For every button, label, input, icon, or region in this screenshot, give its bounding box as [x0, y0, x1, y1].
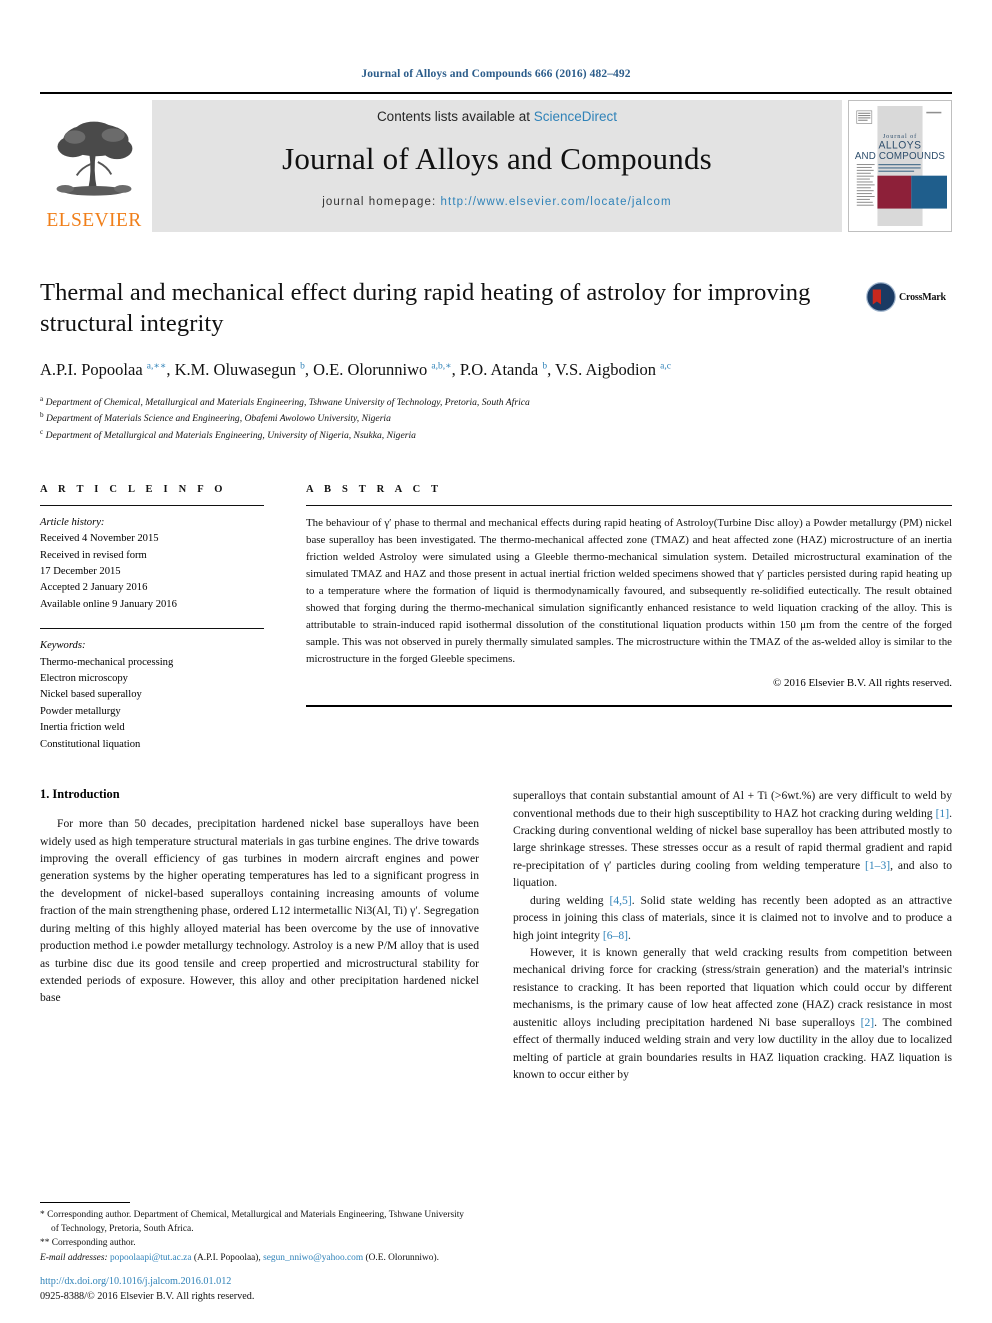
history-item: Accepted 2 January 2016 — [40, 582, 148, 594]
doi-block: http://dx.doi.org/10.1016/j.jalcom.2016.… — [40, 1275, 480, 1305]
affiliation-text-b: Department of Materials Science and Engi… — [46, 413, 391, 425]
abstract-heading: A B S T R A C T — [306, 483, 443, 495]
keyword-item: Nickel based superalloy — [40, 689, 142, 701]
keyword-item: Powder metallurgy — [40, 705, 121, 717]
affiliation-mark-c: c — [40, 428, 44, 437]
article-info-rule — [40, 504, 264, 506]
elsevier-logo: ELSEVIER — [40, 100, 148, 232]
page-title: Thermal and mechanical effect during rap… — [40, 279, 811, 337]
crossmark-icon — [866, 282, 896, 312]
affiliation-c: c Department of Metallurgical and Materi… — [40, 427, 952, 444]
paragraph: However, it is known generally that weld… — [513, 946, 952, 1082]
crossmark-badge[interactable]: CrossMark — [866, 282, 952, 312]
footnote-block: * Corresponding author. Department of Ch… — [40, 1201, 464, 1265]
footnote-corresponding-author-1: * Corresponding author. Department of Ch… — [40, 1209, 464, 1235]
keyword-item: Inertia friction weld — [40, 722, 125, 734]
history-item: Received 4 November 2015 — [40, 533, 159, 545]
article-info-column: A R T I C L E I N F O Article history: R… — [40, 484, 290, 753]
email-owner-2: (O.E. Olorunniwo). — [365, 1252, 439, 1263]
keywords-rule — [40, 628, 264, 630]
journal-title: Journal of Alloys and Compounds — [282, 141, 712, 176]
sciencedirect-link[interactable]: ScienceDirect — [534, 109, 617, 124]
paragraph: For more than 50 decades, precipitation … — [40, 817, 479, 1005]
journal-cover-art: Journal of ALLOYS AND COMPOUNDS — [853, 106, 947, 226]
paragraph: during welding [4,5]. Solid state weldin… — [513, 893, 952, 942]
issn-copyright-line: 0925-8388/© 2016 Elsevier B.V. All right… — [40, 1291, 255, 1303]
keyword-item: Thermo-mechanical processing — [40, 656, 174, 668]
running-head: Journal of Alloys and Compounds 666 (201… — [361, 68, 631, 80]
doi-link[interactable]: http://dx.doi.org/10.1016/j.jalcom.2016.… — [40, 1275, 480, 1290]
email-owner-1: (A.P.I. Popoolaa) — [193, 1252, 259, 1263]
author-list: A.P.I. Popoolaa a,∗∗, K.M. Oluwasegun b,… — [40, 359, 671, 379]
journal-homepage-line: journal homepage: http://www.elsevier.co… — [322, 196, 671, 208]
contents-prefix: Contents lists available at — [376, 109, 534, 124]
keywords-label: Keywords: — [40, 640, 86, 652]
abstract-end-rule — [306, 704, 952, 707]
abstract-column: A B S T R A C T The behaviour of γ′ phas… — [290, 484, 952, 753]
history-item: Received in revised form — [40, 549, 147, 561]
history-item: 17 December 2015 — [40, 566, 121, 578]
elsevier-tree-icon — [56, 121, 133, 196]
title-block: CrossMark Thermal and mechanical effect … — [40, 278, 952, 444]
affiliation-mark-b: b — [40, 411, 44, 420]
affiliation-text-a: Department of Chemical, Metallurgical an… — [45, 396, 530, 408]
keyword-item: Electron microscopy — [40, 673, 128, 685]
elsevier-wordmark: ELSEVIER — [46, 209, 142, 231]
body-column-left: 1. Introduction For more than 50 decades… — [40, 787, 479, 1083]
footnote-rule — [40, 1201, 130, 1203]
journal-cover-thumbnail: Journal of ALLOYS AND COMPOUNDS — [848, 100, 952, 232]
body-columns: 1. Introduction For more than 50 decades… — [40, 787, 952, 1083]
affiliation-b: b Department of Materials Science and En… — [40, 410, 952, 427]
footnote-emails: E-mail addresses: popoolaapi@tut.ac.za (… — [40, 1252, 439, 1263]
affiliation-text-c: Department of Metallurgical and Material… — [45, 430, 416, 442]
contents-available-line: Contents lists available at ScienceDirec… — [377, 109, 617, 124]
affiliation-a: a Department of Chemical, Metallurgical … — [40, 394, 952, 411]
keyword-item: Constitutional liquation — [40, 738, 141, 750]
email-link-1[interactable]: popoolaapi@tut.ac.za — [110, 1253, 192, 1263]
abstract-copyright: © 2016 Elsevier B.V. All rights reserved… — [773, 676, 952, 689]
journal-banner: ELSEVIER Contents lists available at Sci… — [40, 100, 952, 232]
history-item: Available online 9 January 2016 — [40, 598, 177, 610]
paper-page: Journal of Alloys and Compounds 666 (201… — [0, 0, 992, 1323]
affiliation-mark-a: a — [40, 394, 44, 403]
article-history-label: Article history: — [40, 516, 105, 528]
email-addresses-label: E-mail addresses: — [40, 1252, 108, 1263]
crossmark-label: CrossMark — [899, 291, 946, 303]
affiliation-list: a Department of Chemical, Metallurgical … — [40, 394, 952, 444]
section-heading-introduction: 1. Introduction — [40, 787, 120, 802]
body-column-right: superalloys that contain substantial amo… — [513, 787, 952, 1083]
article-info-heading: A R T I C L E I N F O — [40, 483, 227, 495]
paragraph: superalloys that contain substantial amo… — [513, 789, 952, 890]
journal-banner-center: Contents lists available at ScienceDirec… — [152, 100, 842, 232]
svg-text:AND COMPOUNDS: AND COMPOUNDS — [855, 151, 945, 162]
email-link-2[interactable]: segun_nniwo@yahoo.com — [263, 1253, 363, 1263]
abstract-rule — [306, 504, 952, 506]
homepage-link[interactable]: http://www.elsevier.com/locate/jalcom — [441, 196, 672, 208]
info-abstract-row: A R T I C L E I N F O Article history: R… — [40, 484, 952, 753]
svg-text:ALLOYS: ALLOYS — [878, 140, 921, 151]
svg-text:Journal of: Journal of — [883, 133, 917, 140]
header-rule — [40, 92, 952, 94]
homepage-label: journal homepage: — [322, 196, 441, 208]
abstract-text: The behaviour of γ′ phase to thermal and… — [306, 516, 952, 665]
footnote-corresponding-author-2: ** Corresponding author. — [40, 1238, 136, 1249]
